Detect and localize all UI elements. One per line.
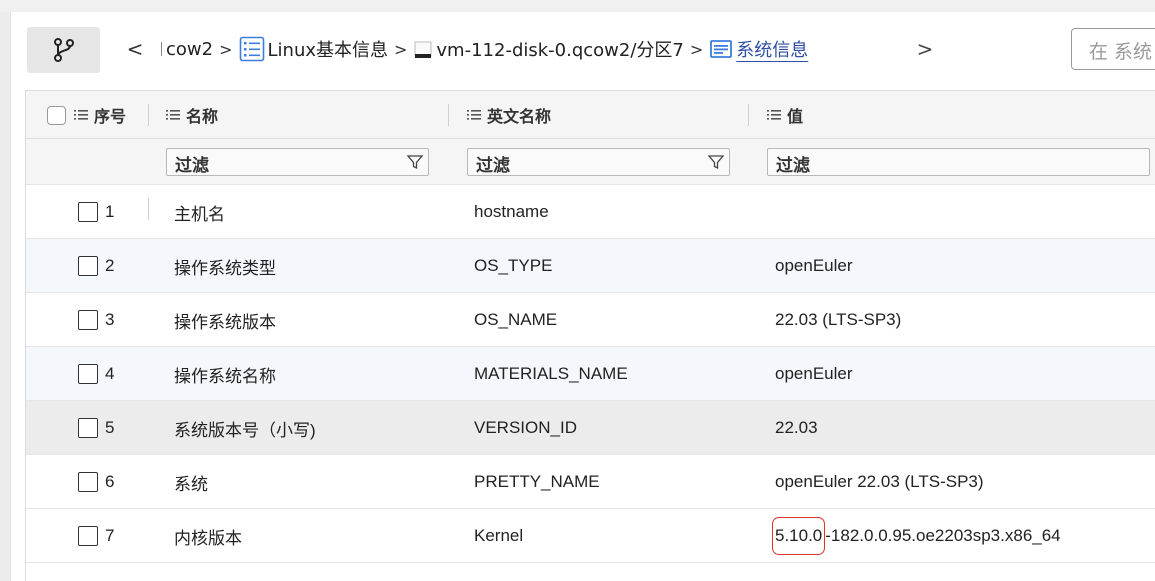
list-icon: [239, 36, 265, 62]
filter-placeholder: 过滤: [776, 156, 810, 176]
row-index: 4: [105, 364, 115, 383]
main-panel: < cow2 > Linux基本信息 > vm-112-disk-0.qcow2…: [10, 12, 1155, 581]
row-index: 1: [105, 202, 115, 221]
row-name: 操作系统名称: [174, 366, 276, 386]
disk-icon: [413, 38, 433, 60]
english-name-filter-input[interactable]: 过滤: [467, 148, 730, 176]
value-filter-input[interactable]: 过滤: [767, 148, 1150, 176]
column-menu-icon: [767, 109, 781, 121]
forward-button[interactable]: >: [913, 34, 937, 64]
filter-placeholder: 过滤: [175, 156, 209, 176]
row-checkbox[interactable]: [78, 256, 98, 276]
left-edge: [0, 12, 10, 581]
search-input[interactable]: 在 系统: [1071, 28, 1155, 70]
row-value: 22.03: [775, 418, 818, 437]
back-button[interactable]: <: [123, 34, 147, 64]
row-name: 操作系统类型: [174, 258, 276, 278]
row-english-name: OS_NAME: [474, 310, 558, 329]
row-name: 系统版本号（小写): [174, 420, 316, 440]
row-checkbox[interactable]: [78, 202, 98, 222]
table-row[interactable]: 2 操作系统类型 OS_TYPE openEuler: [26, 239, 1155, 293]
name-filter-input[interactable]: 过滤: [166, 148, 429, 176]
header-label: 名称: [186, 107, 219, 126]
branch-icon: [53, 38, 74, 62]
chevron-right-icon: >: [916, 37, 934, 61]
column-menu-icon: [166, 109, 180, 121]
table-row[interactable]: 7 内核版本 Kernel 5.10.0 -182.0.0.95.oe2203sp…: [26, 509, 1155, 563]
chevron-left-icon: <: [126, 37, 144, 61]
row-checkbox[interactable]: [78, 418, 98, 438]
row-english-name: hostname: [474, 202, 549, 221]
table-row-hovered[interactable]: 5 系统版本号（小写) VERSION_ID 22.03: [26, 401, 1155, 455]
row-name: 主机名: [174, 204, 225, 224]
breadcrumb: cow2 > Linux基本信息 > vm-112-disk-0.qcow2/分…: [161, 34, 808, 64]
row-value: 22.03 (LTS-SP3): [775, 310, 902, 329]
row-index: 7: [105, 526, 115, 545]
value-suffix: -182.0.0.95.oe2203sp3.x86_64: [825, 526, 1061, 545]
row-english-name: VERSION_ID: [474, 418, 577, 437]
row-checkbox[interactable]: [78, 472, 98, 492]
row-name: 系统: [174, 474, 208, 494]
filter-row: 过滤 过滤 过滤: [26, 139, 1155, 220]
column-menu-icon: [467, 109, 481, 121]
row-value: openEuler: [775, 364, 853, 383]
row-name: 内核版本: [174, 528, 242, 548]
breadcrumb-separator: >: [689, 39, 704, 59]
table-row[interactable]: 1 主机名 hostname: [26, 185, 1155, 239]
table-row[interactable]: 6 系统 PRETTY_NAME openEuler 22.03 (LTS-SP…: [26, 455, 1155, 509]
header-label: 英文名称: [487, 107, 552, 126]
row-english-name: OS_TYPE: [474, 256, 553, 275]
row-index: 6: [105, 472, 115, 491]
table-row[interactable]: 3 操作系统版本 OS_NAME 22.03 (LTS-SP3): [26, 293, 1155, 347]
row-index: 2: [105, 256, 115, 275]
header-label: 值: [787, 107, 804, 126]
breadcrumb-item-linux-info[interactable]: Linux基本信息: [239, 36, 389, 62]
row-name: 操作系统版本: [174, 312, 276, 332]
column-divider[interactable]: [748, 104, 749, 126]
header-value[interactable]: 值: [767, 91, 803, 139]
table-header: 序号 名称 英文名称 值: [26, 91, 1155, 139]
breadcrumb-item-disk-partition[interactable]: vm-112-disk-0.qcow2/分区7: [413, 36, 684, 62]
breadcrumb-separator: >: [219, 39, 233, 59]
filter-icon[interactable]: [704, 150, 728, 174]
row-index: 5: [105, 418, 115, 437]
table-row[interactable]: 4 操作系统名称 MATERIALS_NAME openEuler: [26, 347, 1155, 401]
header-index[interactable]: 序号: [47, 91, 126, 139]
header-label: 序号: [94, 107, 127, 126]
row-english-name: MATERIALS_NAME: [474, 364, 628, 383]
breadcrumb-item-system-info[interactable]: 系统信息: [709, 36, 808, 62]
breadcrumb-label: vm-112-disk-0.qcow2/分区7: [436, 40, 684, 61]
row-value: 5.10.0 -182.0.0.95.oe2203sp3.x86_64: [772, 509, 1061, 563]
breadcrumb-separator: >: [394, 39, 408, 59]
column-divider[interactable]: [448, 104, 449, 126]
filter-icon[interactable]: [403, 150, 427, 174]
data-table: 序号 名称 英文名称 值 过滤 过滤 过滤 1 主机名 hostname 2 操…: [25, 90, 1155, 581]
row-english-name: Kernel: [474, 526, 524, 545]
top-strip: [0, 0, 1155, 12]
breadcrumb-label-active: 系统信息: [736, 40, 809, 61]
filter-placeholder: 过滤: [476, 156, 510, 176]
row-checkbox[interactable]: [78, 364, 98, 384]
row-checkbox[interactable]: [78, 526, 98, 546]
breadcrumb-item-cow2[interactable]: cow2: [161, 39, 213, 60]
row-value: openEuler 22.03 (LTS-SP3): [775, 472, 984, 491]
column-menu-icon: [74, 109, 88, 121]
select-all-checkbox[interactable]: [47, 105, 66, 125]
highlighted-value: 5.10.0: [772, 517, 826, 555]
row-english-name: PRETTY_NAME: [474, 472, 600, 491]
branch-button[interactable]: [27, 27, 100, 73]
column-divider[interactable]: [148, 104, 149, 126]
row-checkbox[interactable]: [78, 310, 98, 330]
header-english-name[interactable]: 英文名称: [467, 91, 551, 139]
text-cursor: [161, 42, 162, 56]
search-text: 在 系统: [1089, 41, 1153, 63]
row-index: 3: [105, 310, 115, 329]
row-value: openEuler: [775, 256, 853, 275]
toolbar: < cow2 > Linux基本信息 > vm-112-disk-0.qcow2…: [11, 12, 1155, 88]
info-icon: [709, 38, 733, 60]
header-name[interactable]: 名称: [166, 91, 218, 139]
breadcrumb-label: Linux基本信息: [267, 40, 389, 61]
breadcrumb-label: cow2: [166, 38, 214, 60]
